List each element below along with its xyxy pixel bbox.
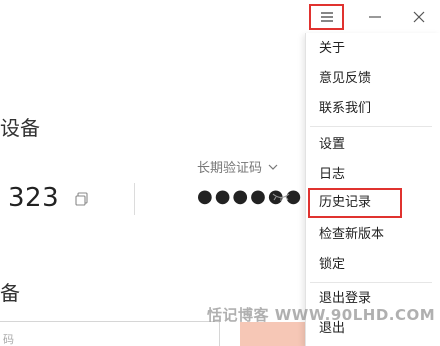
verification-code-dropdown[interactable]: 长期验证码 (197, 157, 278, 176)
main-menu-button[interactable] (309, 4, 344, 30)
menu-item-contact[interactable]: 联系我们 (306, 97, 436, 121)
input-placeholder: 码 (3, 333, 14, 346)
eye-closed-icon[interactable] (272, 191, 290, 203)
menu-item-check-update[interactable]: 检查新版本 (306, 223, 436, 247)
copy-icon[interactable] (74, 191, 90, 207)
close-icon (413, 11, 425, 23)
menu-item-about[interactable]: 关于 (306, 37, 436, 61)
menu-item-feedback[interactable]: 意见反馈 (306, 67, 436, 91)
chevron-down-icon (268, 164, 278, 170)
menu-item-history[interactable]: 历史记录 (308, 188, 402, 218)
title-bar (0, 0, 440, 34)
watermark: 恬记博客 WWW.90LHD.COM (207, 306, 436, 324)
menu-item-lock[interactable]: 锁定 (306, 253, 436, 277)
menu-item-settings[interactable]: 设置 (306, 133, 436, 157)
close-button[interactable] (405, 6, 433, 28)
device-section-title: 设备 (0, 116, 40, 140)
hamburger-icon (320, 12, 333, 22)
dropdown-menu: 关于 意见反馈 联系我们 设置 日志 历史记录 检查新版本 锁定 退出登录 退出 (305, 33, 440, 346)
device-code-input[interactable]: 码 (0, 321, 220, 346)
divider (134, 183, 135, 215)
menu-separator (310, 282, 432, 283)
second-section-title: 备 (0, 281, 20, 305)
verification-code-label: 长期验证码 (197, 161, 263, 176)
minimize-button[interactable] (361, 6, 389, 28)
minimize-icon (369, 16, 381, 18)
menu-item-log[interactable]: 日志 (306, 163, 436, 187)
menu-separator (310, 126, 432, 127)
connect-button[interactable] (240, 322, 306, 346)
device-id-value: 323 (8, 183, 60, 213)
